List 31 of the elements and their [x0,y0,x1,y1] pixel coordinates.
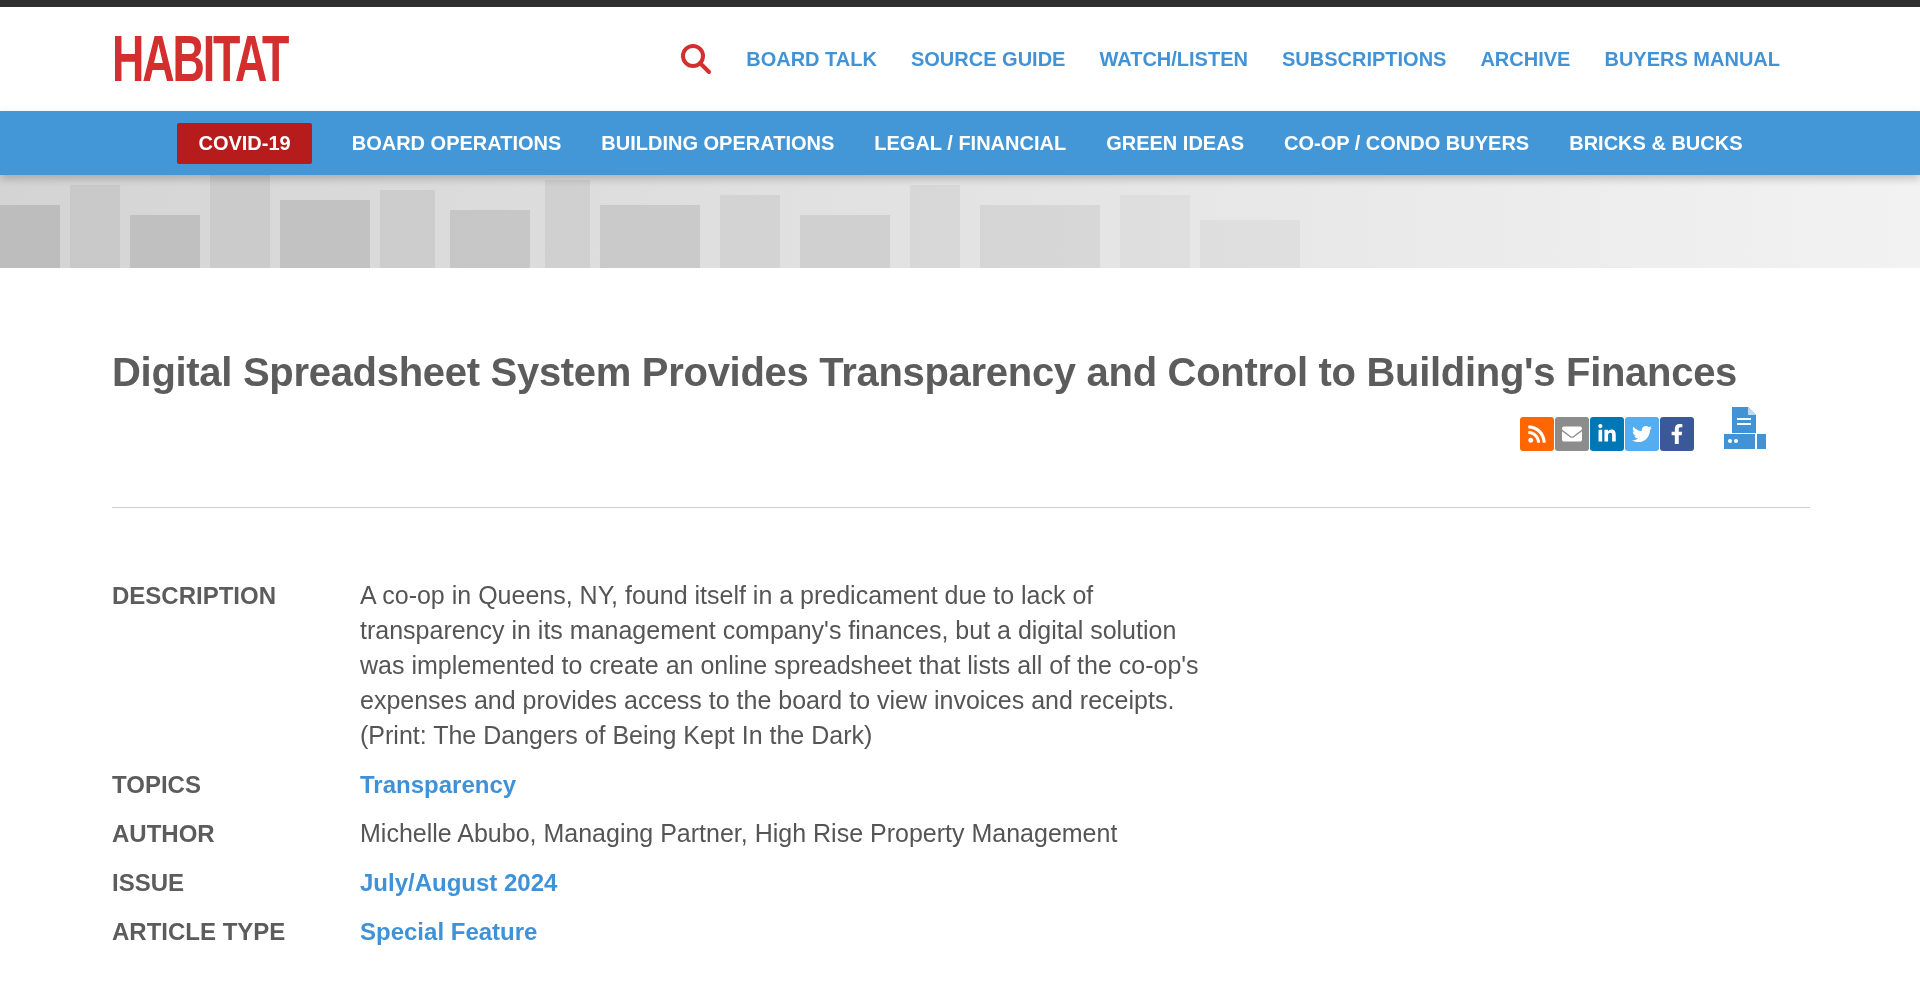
category-link[interactable]: LEGAL / FINANCIAL [874,131,1067,155]
detail-label: AUTHOR [112,819,216,849]
category-link[interactable]: CO-OP / CONDO BUYERS [1284,131,1530,155]
email-icon[interactable] [1555,417,1589,451]
detail-text: Michelle Abubo, Managing Partner, High Rise Property Management [360,818,1119,849]
category-link[interactable]: BUILDING OPERATIONS [601,131,835,155]
detail-label: TOPICS [112,770,202,800]
detail-link[interactable]: July/August 2024 [360,865,558,900]
detail-label: DESCRIPTION [112,581,277,611]
detail-link[interactable]: Special Feature [360,914,538,949]
nav-link[interactable]: ARCHIVE [1480,47,1571,71]
rss-icon[interactable] [1520,417,1554,451]
linkedin-icon[interactable] [1590,417,1624,451]
nav-link[interactable]: BUYERS MANUAL [1604,47,1780,71]
covid-button[interactable]: COVID-19 [177,122,312,164]
search-icon[interactable] [680,43,713,75]
nav-link[interactable]: WATCH/LISTEN [1099,47,1248,71]
category-link[interactable]: BRICKS & BUCKS [1569,131,1743,155]
category-link[interactable]: GREEN IDEAS [1106,131,1244,155]
detail-text: A co-op in Queens, NY, found itself in a predicament due to lack of transparency in its management company's finances, but a digital solution was implemented to create an online spreadsheet that lists all of the co-op's expenses and provides access to the board to view invoices and receipts. (Print: The Dangers of Being Kept In the Dark) [360,580,1200,751]
detail-label: ARTICLE TYPE [112,917,287,947]
facebook-icon[interactable] [1660,417,1694,451]
nav-link[interactable]: SOURCE GUIDE [910,47,1066,71]
print-icon[interactable] [1722,405,1768,451]
nav-link[interactable]: BOARD TALK [746,47,877,71]
logo[interactable]: HABITAT [112,27,288,91]
article-title: Digital Spreadsheet System Provides Transparency and Control to Building's Finances [112,350,1739,395]
detail-link[interactable]: Transparency [360,767,517,802]
nav-link[interactable]: SUBSCRIPTIONS [1281,47,1447,71]
category-link[interactable]: BOARD OPERATIONS [351,131,562,155]
detail-label: ISSUE [112,868,186,898]
